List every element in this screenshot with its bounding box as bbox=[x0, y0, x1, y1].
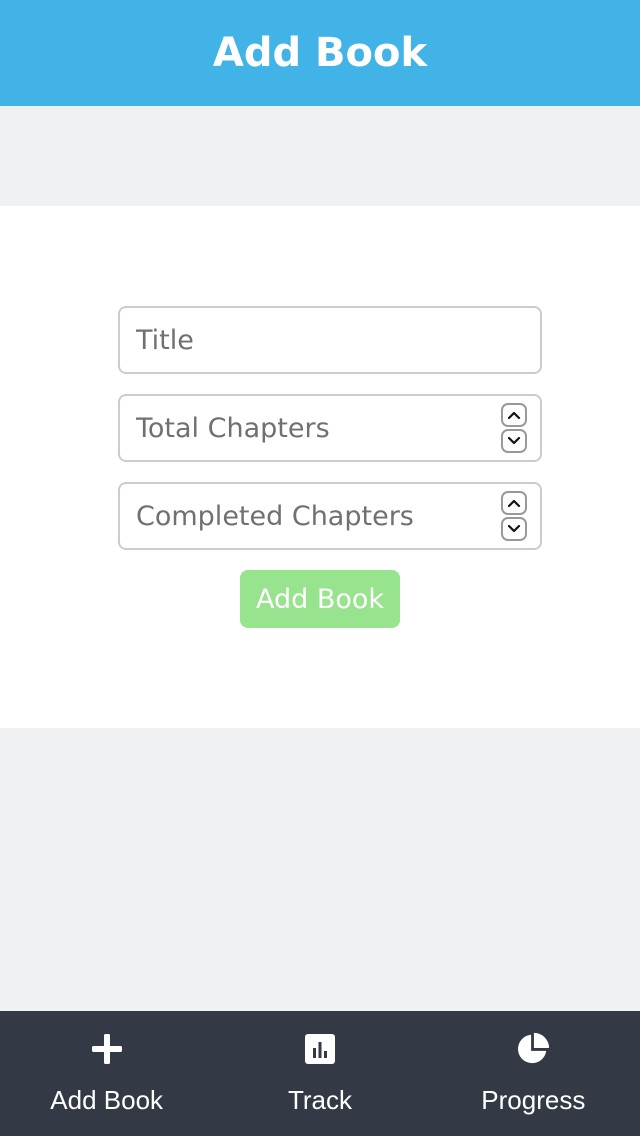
increment-button[interactable] bbox=[501, 491, 527, 515]
app-screen: Add Book Title Total Chapters Completed … bbox=[0, 0, 640, 1136]
title-field[interactable] bbox=[118, 306, 542, 374]
page-title: Add Book bbox=[212, 30, 428, 76]
completed-chapters-stepper bbox=[500, 491, 528, 541]
app-header: Add Book bbox=[0, 0, 640, 106]
total-chapters-field[interactable] bbox=[118, 394, 542, 462]
bar-chart-icon bbox=[302, 1031, 338, 1067]
completed-chapters-input[interactable] bbox=[136, 500, 500, 532]
bottom-nav: Add Book Track Progress bbox=[0, 1011, 640, 1136]
nav-label: Track bbox=[287, 1085, 353, 1115]
decrement-button[interactable] bbox=[501, 429, 527, 453]
nav-label: Add Book bbox=[50, 1085, 164, 1115]
completed-chapters-field[interactable] bbox=[118, 482, 542, 550]
chevron-up-icon bbox=[507, 411, 521, 420]
chevron-up-icon bbox=[507, 499, 521, 508]
chevron-down-icon bbox=[507, 436, 521, 445]
nav-label: Progress bbox=[481, 1085, 586, 1115]
nav-item-add-book[interactable]: Add Book bbox=[0, 1011, 213, 1136]
nav-item-track[interactable]: Track bbox=[213, 1011, 426, 1136]
add-book-form: Add Book bbox=[0, 206, 640, 728]
decrement-button[interactable] bbox=[501, 517, 527, 541]
nav-item-progress[interactable]: Progress bbox=[427, 1011, 640, 1136]
plus-icon bbox=[89, 1031, 125, 1067]
pie-chart-icon bbox=[515, 1031, 551, 1067]
increment-button[interactable] bbox=[501, 403, 527, 427]
total-chapters-stepper bbox=[500, 403, 528, 453]
title-input[interactable] bbox=[136, 324, 528, 356]
add-book-button[interactable]: Add Book bbox=[240, 570, 400, 628]
chevron-down-icon bbox=[507, 524, 521, 533]
total-chapters-input[interactable] bbox=[136, 412, 500, 444]
